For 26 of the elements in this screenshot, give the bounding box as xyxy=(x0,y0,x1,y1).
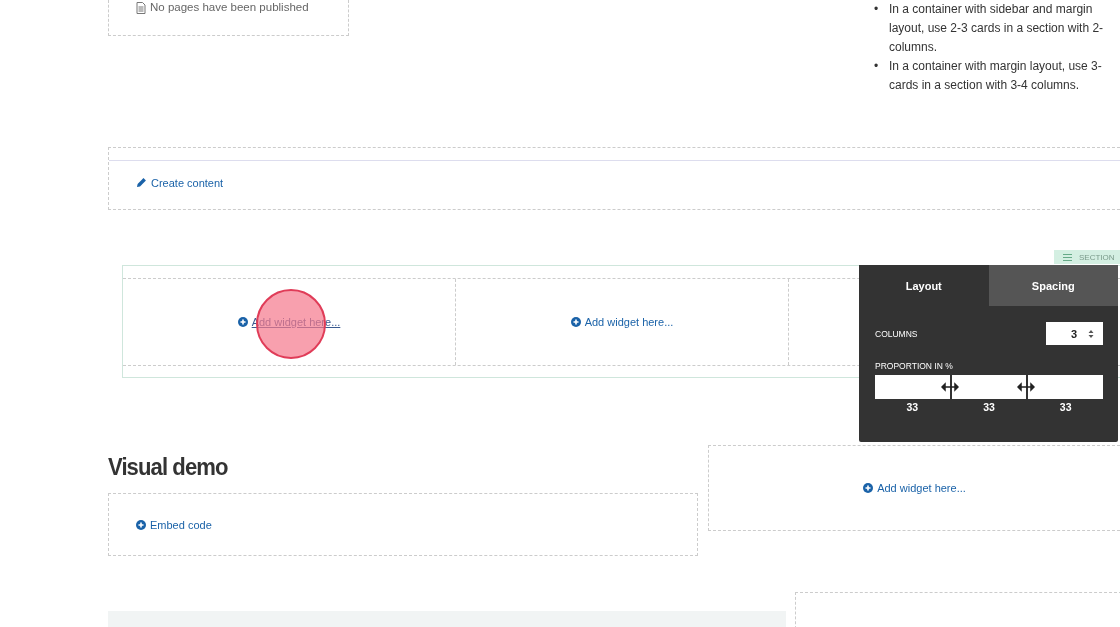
panel-tab[interactable]: Spacing xyxy=(988,265,1118,306)
guideline-item: In a container with margin layout, use 3-cards in a section with 3-4 columns. xyxy=(889,58,1103,94)
pencil-icon xyxy=(136,177,147,188)
columns-input[interactable]: 3 xyxy=(1046,322,1103,345)
menu-icon xyxy=(1063,253,1072,261)
section-heading: Visual demo xyxy=(108,453,229,481)
bullet: • xyxy=(874,58,880,75)
bullet: • xyxy=(874,1,880,18)
resize-handle-icon[interactable] xyxy=(1017,382,1035,392)
add-widget-link[interactable]: Add widget here... xyxy=(570,316,674,328)
empty-message: No pages have been published xyxy=(150,1,309,13)
columns-label: COLUMNS xyxy=(875,328,918,339)
resize-handle-icon[interactable] xyxy=(941,382,959,392)
proportion-value: 33 xyxy=(983,401,995,413)
plus-circle-icon xyxy=(863,483,874,493)
proportion-value: 33 xyxy=(1059,401,1072,413)
plus-circle-icon xyxy=(237,317,248,327)
embed-code-link[interactable]: Embed code xyxy=(136,518,212,531)
document-icon xyxy=(136,2,146,14)
plus-circle-icon xyxy=(570,317,581,327)
proportion-value: 33 xyxy=(906,401,919,413)
proportion-label: PROPORTION IN % xyxy=(875,361,954,371)
plus-circle-icon xyxy=(136,519,146,530)
create-content-link[interactable]: Create content xyxy=(136,176,224,189)
add-widget-link[interactable]: Add widget here... xyxy=(863,482,966,494)
guideline-item: In a container with sidebar and margin layout, use 2-3 cards in a section with 2-columns. xyxy=(889,1,1105,56)
